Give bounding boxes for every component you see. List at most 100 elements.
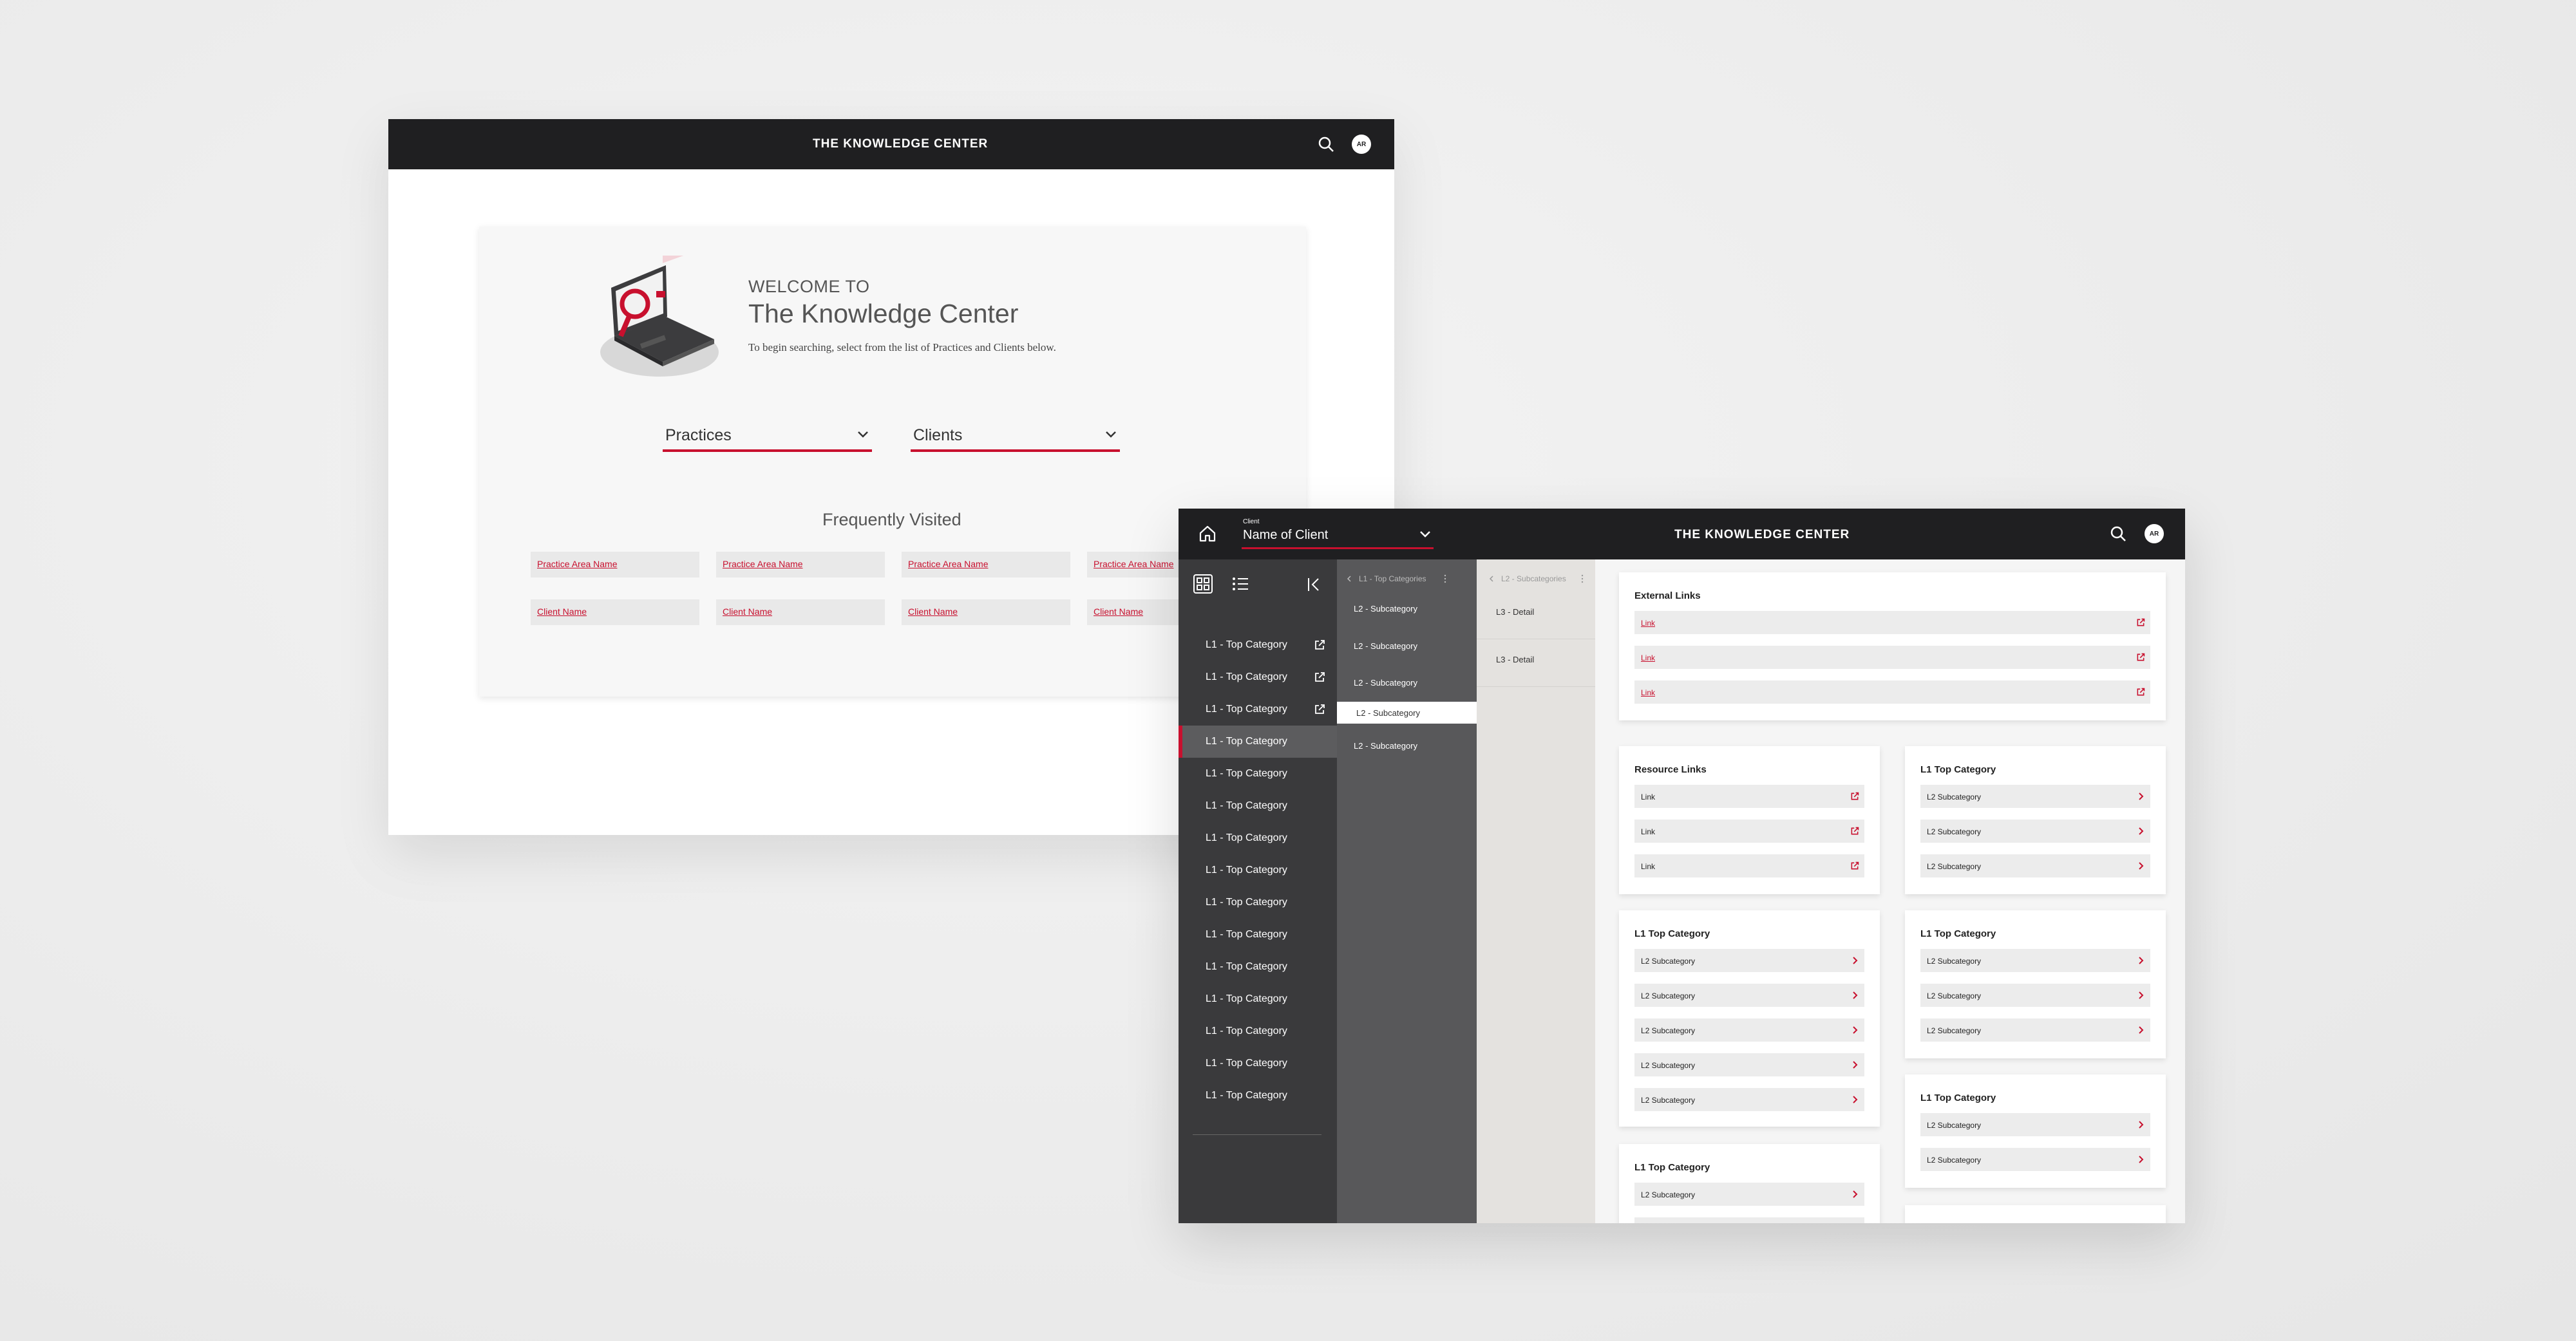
nav-item[interactable]: L1 - Top Category — [1179, 886, 1337, 919]
client-chip[interactable]: Client Name — [531, 599, 699, 625]
external-link-icon — [2137, 618, 2145, 626]
resource-link-row[interactable]: Link — [1634, 854, 1864, 877]
nav-item[interactable]: L1 - Top Category — [1179, 693, 1337, 726]
practice-chip[interactable]: Practice Area Name — [902, 552, 1070, 577]
nav-item[interactable]: L1 - Top Category — [1179, 951, 1337, 983]
subcategory-row[interactable]: L2 Subcategory — [1920, 785, 2150, 808]
chevron-right-icon — [1853, 1190, 1858, 1198]
avatar[interactable]: AR — [2145, 524, 2164, 543]
external-link-icon — [1851, 861, 1859, 870]
practice-chip[interactable]: Practice Area Name — [531, 552, 699, 577]
subcategory-row[interactable]: L2 Subcategory — [1920, 1148, 2150, 1171]
avatar[interactable]: AR — [1352, 135, 1371, 154]
external-link-icon — [1315, 672, 1325, 682]
nav-item[interactable]: L1 - Top Category — [1179, 790, 1337, 822]
resource-link-row[interactable]: Link — [1634, 820, 1864, 843]
subcategory-row[interactable]: L2 Subcategory — [1634, 1183, 1864, 1206]
panel-title: L1 Top Category — [1634, 928, 1710, 939]
subcategory-row-partial[interactable] — [1634, 1217, 1864, 1223]
panel-title: L1 Top Category — [1920, 928, 1996, 939]
chevron-right-icon — [2139, 827, 2144, 835]
subcategory-row[interactable]: L2 Subcategory — [1920, 854, 2150, 877]
nav-item[interactable]: L1 - Top Category — [1179, 983, 1337, 1015]
nav-item[interactable]: L1 - Top Category — [1179, 661, 1337, 693]
l1-breadcrumb[interactable]: L1 - Top Categories — [1359, 574, 1426, 583]
grid-view-icon[interactable] — [1193, 574, 1213, 594]
external-link-icon — [2137, 653, 2145, 661]
subcategory-row[interactable]: L2 Subcategory — [1634, 1018, 1864, 1042]
welcome-heading: The Knowledge Center — [748, 299, 1019, 328]
subcategory-row[interactable]: L2 Subcategory — [1920, 820, 2150, 843]
chevron-down-icon — [858, 431, 868, 438]
category-panel-partial — [1905, 1205, 2166, 1223]
panel-title: L1 Top Category — [1920, 1092, 1996, 1103]
client-select-underline — [1242, 547, 1434, 549]
practices-label: Practices — [665, 426, 732, 444]
external-link-row[interactable]: Link — [1634, 680, 2150, 704]
panel-title: L1 Top Category — [1634, 1162, 1710, 1173]
client-select[interactable]: Name of Client — [1243, 528, 1328, 543]
main-content: External Links Link Link Link Resource L… — [1595, 559, 2185, 1223]
chevron-down-icon[interactable] — [1419, 530, 1432, 539]
external-link-icon — [1315, 704, 1325, 714]
nav-item[interactable]: L1 - Top Category — [1179, 1080, 1337, 1112]
practices-dropdown[interactable]: Practices — [663, 421, 872, 452]
subcategory-row[interactable]: L2 Subcategory — [1634, 984, 1864, 1007]
practice-chip[interactable]: Practice Area Name — [716, 552, 885, 577]
app-title: THE KNOWLEDGE CENTER — [813, 137, 989, 151]
subcategory-row[interactable]: L2 Subcategory — [1634, 949, 1864, 972]
subcategory-row[interactable]: L2 Subcategory — [1634, 1088, 1864, 1111]
list-view-icon[interactable] — [1231, 575, 1249, 593]
chevron-left-icon[interactable] — [1346, 575, 1352, 583]
nav-item[interactable]: L1 - Top Category — [1179, 1047, 1337, 1080]
nav-item-active[interactable]: L1 - Top Category — [1179, 726, 1337, 758]
collapse-sidebar-icon[interactable] — [1306, 576, 1323, 593]
welcome-eyebrow: WELCOME TO — [748, 277, 870, 296]
external-link-row[interactable]: Link — [1634, 646, 2150, 669]
chevron-right-icon — [1853, 991, 1858, 999]
nav-item[interactable]: L1 - Top Category — [1179, 854, 1337, 886]
app-title: THE KNOWLEDGE CENTER — [1674, 528, 1850, 541]
resource-link-row[interactable]: Link — [1634, 785, 1864, 808]
l2-breadcrumb[interactable]: L2 - Subcategories — [1501, 574, 1566, 583]
nav-item[interactable]: L1 - Top Category — [1179, 919, 1337, 951]
l3-item[interactable]: L3 - Detail — [1477, 639, 1595, 687]
l2-item[interactable]: L2 - Subcategory — [1337, 733, 1477, 759]
nav-item[interactable]: L1 - Top Category — [1179, 822, 1337, 854]
subcategory-row[interactable]: L2 Subcategory — [1920, 949, 2150, 972]
subcategory-row[interactable]: L2 Subcategory — [1920, 984, 2150, 1007]
more-vertical-icon[interactable] — [1444, 574, 1446, 583]
laptop-search-illustration-icon — [600, 256, 719, 377]
nav-item[interactable]: L1 - Top Category — [1179, 758, 1337, 790]
more-vertical-icon[interactable] — [1581, 574, 1584, 583]
subcategory-row[interactable]: L2 Subcategory — [1920, 1113, 2150, 1136]
chevron-right-icon — [2139, 991, 2144, 999]
external-link-row[interactable]: Link — [1634, 611, 2150, 634]
nav-item[interactable]: L1 - Top Category — [1179, 629, 1337, 661]
client-chip[interactable]: Client Name — [716, 599, 885, 625]
chevron-right-icon — [2139, 862, 2144, 870]
clients-dropdown[interactable]: Clients — [911, 421, 1120, 452]
chevron-right-icon — [2139, 957, 2144, 964]
l2-item-active[interactable]: L2 - Subcategory — [1337, 702, 1477, 724]
external-links-panel: External Links Link Link Link — [1619, 572, 2166, 720]
search-icon[interactable] — [1317, 135, 1335, 153]
client-field-label: Client — [1243, 518, 1260, 525]
clients-label: Clients — [913, 426, 963, 444]
l2-item[interactable]: L2 - Subcategory — [1337, 670, 1477, 696]
subcategory-row[interactable]: L2 Subcategory — [1634, 1053, 1864, 1076]
chevron-right-icon — [1853, 1026, 1858, 1034]
l2-column: L1 - Top Categories L2 - Subcategory L2 … — [1337, 559, 1477, 1223]
l3-item[interactable]: L3 - Detail — [1477, 592, 1595, 639]
nav-item[interactable]: L1 - Top Category — [1179, 1015, 1337, 1047]
subcategory-row[interactable]: L2 Subcategory — [1920, 1018, 2150, 1042]
external-link-icon — [1851, 792, 1859, 800]
l2-item[interactable]: L2 - Subcategory — [1337, 596, 1477, 622]
home-icon[interactable] — [1198, 524, 1217, 543]
category-panel: L1 Top Category L2 Subcategory L2 Subcat… — [1905, 910, 2166, 1058]
l2-item[interactable]: L2 - Subcategory — [1337, 633, 1477, 659]
search-icon[interactable] — [2109, 525, 2127, 543]
chevron-left-icon[interactable] — [1488, 575, 1495, 583]
client-chip[interactable]: Client Name — [902, 599, 1070, 625]
category-panel: L1 Top Category L2 Subcategory — [1619, 1144, 1880, 1223]
